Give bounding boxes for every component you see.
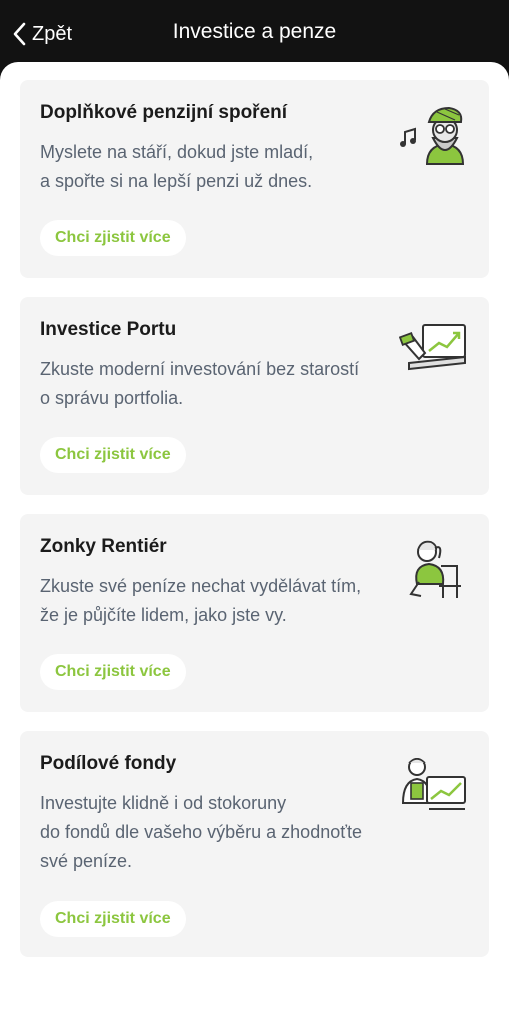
person-with-chart-icon	[399, 753, 469, 817]
card-zonky-rentier: Zonky Rentiér Zkuste své peníze nechat v…	[20, 514, 489, 712]
learn-more-button[interactable]: Chci zjistit více	[40, 901, 186, 937]
card-description-line: do fondů dle vašeho výběru a zhodnoťte	[40, 822, 362, 842]
card-description: Zkuste moderní investování bez starostí …	[40, 355, 410, 413]
page-title: Investice a penze	[172, 20, 337, 43]
learn-more-button[interactable]: Chci zjistit více	[40, 654, 186, 690]
card-description-line: že je půjčíte lidem, jako jste vy.	[40, 605, 287, 625]
card-description-line: své peníze.	[40, 851, 133, 871]
card-title: Zonky Rentiér	[40, 536, 167, 557]
card-mutual-funds: Podílové fondy Investujte klidně i od st…	[20, 731, 489, 957]
learn-more-button[interactable]: Chci zjistit více	[40, 220, 186, 256]
laptop-chart-icon	[398, 319, 469, 383]
learn-more-button[interactable]: Chci zjistit více	[40, 437, 186, 473]
card-title: Podílové fondy	[40, 753, 177, 774]
card-description-line: o správu portfolia.	[40, 388, 184, 408]
card-title: Investice Portu	[40, 319, 177, 340]
card-description-line: a spořte si na lepší penzi už dnes.	[40, 171, 313, 191]
card-description: Myslete na stáří, dokud jste mladí, a sp…	[40, 138, 410, 196]
card-description-line: Investujte klidně i od stokoruny	[40, 793, 287, 813]
card-pension-savings: Doplňkové penzijní spoření Myslete na st…	[20, 80, 489, 278]
content-sheet: Doplňkové penzijní spoření Myslete na st…	[0, 62, 509, 1024]
card-title: Doplňkové penzijní spoření	[40, 102, 288, 123]
card-description-line: Zkuste moderní investování bez starostí	[40, 359, 360, 379]
card-description-line: Zkuste své peníze nechat vydělávat tím,	[40, 576, 362, 596]
person-relaxing-icon	[399, 536, 469, 600]
card-description: Zkuste své peníze nechat vydělávat tím, …	[40, 572, 410, 630]
card-description: Investujte klidně i od stokoruny do fond…	[40, 789, 410, 876]
card-description-line: Myslete na stáří, dokud jste mladí,	[40, 142, 314, 162]
retired-man-icon	[399, 102, 469, 166]
card-portu-investment: Investice Portu Zkuste moderní investová…	[20, 297, 489, 495]
top-navigation-bar: Zpět Investice a penze	[0, 0, 509, 64]
